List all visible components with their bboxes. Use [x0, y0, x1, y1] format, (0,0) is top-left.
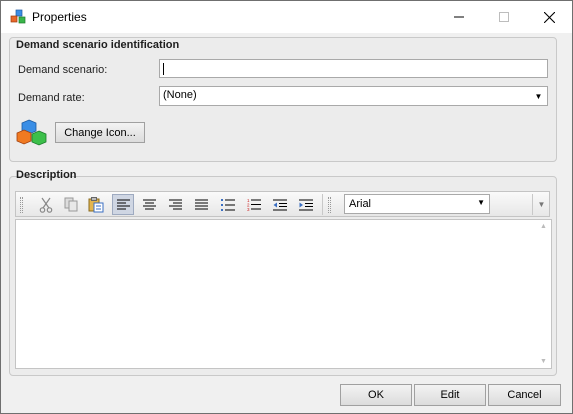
copy-button[interactable] — [60, 194, 82, 215]
copy-icon — [64, 197, 78, 212]
bullet-list-icon — [221, 198, 235, 211]
maximize-button[interactable] — [481, 1, 527, 33]
indent-icon — [299, 199, 313, 210]
scroll-up-icon[interactable]: ▲ — [540, 223, 547, 230]
justify-icon — [194, 199, 208, 210]
justify-button[interactable] — [190, 194, 212, 215]
chevron-down-icon: ▼ — [537, 200, 546, 209]
minimize-icon — [454, 16, 464, 18]
description-group-title: Description — [16, 169, 77, 181]
properties-dialog: Properties Demand scenario identificatio… — [0, 0, 573, 414]
edit-button[interactable]: Edit — [414, 384, 486, 406]
toolbar-grip[interactable] — [328, 197, 331, 213]
align-left-button[interactable] — [112, 194, 134, 215]
numbered-list-button[interactable]: 1 2 3 — [243, 194, 265, 215]
formatting-toolbar: 1 2 3 Arial ▼ ▼ — [15, 191, 550, 217]
bullet-list-button[interactable] — [217, 194, 239, 215]
chevron-down-icon[interactable]: ▼ — [531, 88, 546, 104]
scroll-down-icon[interactable]: ▼ — [540, 358, 547, 365]
paste-icon — [88, 196, 104, 212]
align-left-icon — [116, 199, 130, 210]
ok-button[interactable]: OK — [340, 384, 412, 406]
ok-label: OK — [368, 389, 384, 401]
paste-button[interactable] — [85, 194, 107, 215]
toolbar-separator — [532, 194, 533, 215]
align-center-icon — [142, 199, 156, 210]
toolbar-separator — [322, 194, 323, 215]
rate-dropdown[interactable]: (None) ▼ — [159, 86, 548, 106]
font-family-value: Arial — [349, 198, 372, 210]
outdent-icon — [273, 199, 287, 210]
font-family-dropdown[interactable]: Arial ▼ — [344, 194, 490, 214]
description-editor[interactable]: ▲ ▼ — [15, 219, 552, 369]
rate-value: (None) — [163, 89, 197, 101]
identification-group-title: Demand scenario identification — [16, 39, 180, 51]
title-bar[interactable]: Properties — [1, 1, 572, 33]
scenario-icon-preview — [16, 119, 47, 146]
align-center-button[interactable] — [138, 194, 160, 215]
chevron-down-icon[interactable]: ▼ — [477, 198, 485, 207]
outdent-button[interactable] — [269, 194, 291, 215]
window-title: Properties — [32, 10, 87, 24]
align-right-button[interactable] — [164, 194, 186, 215]
text-caret — [163, 63, 164, 75]
indent-button[interactable] — [295, 194, 317, 215]
cancel-button[interactable]: Cancel — [488, 384, 561, 406]
maximize-icon — [499, 12, 509, 22]
minimize-button[interactable] — [436, 1, 482, 33]
cut-icon — [39, 197, 53, 213]
close-button[interactable] — [526, 1, 572, 33]
svg-text:3: 3 — [247, 207, 250, 211]
edit-label: Edit — [440, 389, 460, 401]
cancel-label: Cancel — [507, 389, 542, 401]
align-right-icon — [168, 199, 182, 210]
toolbar-grip[interactable] — [20, 197, 23, 213]
scenario-input[interactable] — [159, 59, 548, 78]
numbered-list-icon: 1 2 3 — [247, 198, 261, 211]
close-icon — [543, 11, 555, 23]
cut-button[interactable] — [35, 194, 57, 215]
vertical-scrollbar[interactable]: ▲ ▼ — [537, 220, 551, 368]
rate-label: Demand rate: — [18, 92, 85, 104]
scenario-label: Demand scenario: — [18, 64, 108, 76]
cubes-icon — [16, 119, 47, 146]
change-icon-label: Change Icon... — [64, 126, 136, 139]
change-icon-button[interactable]: Change Icon... — [55, 122, 145, 143]
cubes-icon — [10, 9, 26, 24]
toolbar-options-button[interactable]: ▼ — [534, 194, 549, 215]
